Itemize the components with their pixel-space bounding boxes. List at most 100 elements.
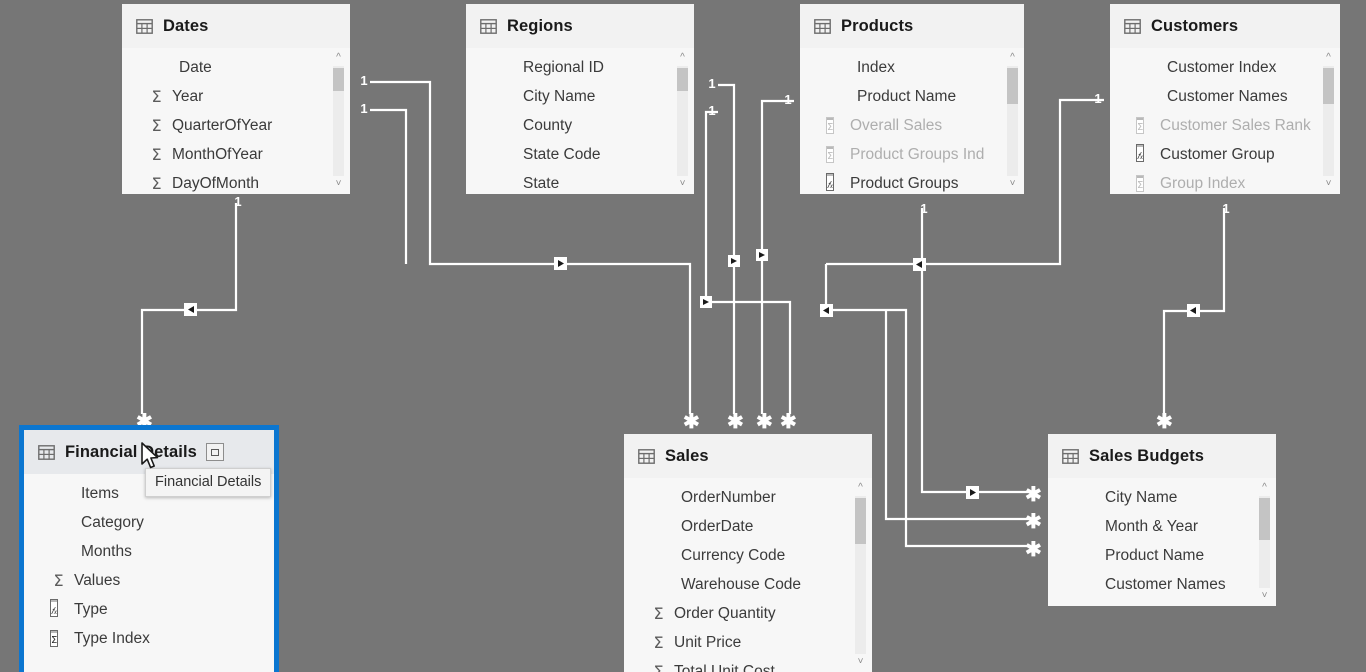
scroll-thumb[interactable] <box>1323 68 1334 104</box>
field-row[interactable]: Σ Group Index <box>1110 169 1340 194</box>
table-scrollbar-dates[interactable]: ^ ˅ <box>332 52 345 190</box>
field-row[interactable]: Customer Names <box>1048 570 1276 599</box>
cardinality-one-marker: 1 <box>234 194 242 209</box>
table-title-sales: Sales <box>665 446 709 465</box>
field-row[interactable]: Σ Unit Price <box>624 628 872 657</box>
field-row[interactable]: Σ Values <box>24 566 274 595</box>
field-row[interactable]: Months <box>24 537 274 566</box>
field-row[interactable]: Σ Product Groups Ind <box>800 140 1024 169</box>
field-row[interactable]: Month & Year <box>1048 512 1276 541</box>
sigma-icon: Σ <box>1074 605 1091 606</box>
field-label: Customer Index <box>1167 58 1277 76</box>
cardinality-many-marker: ✱ <box>683 411 700 433</box>
field-row[interactable]: State Code <box>466 140 694 169</box>
field-row[interactable]: OrderNumber <box>624 483 872 512</box>
field-label: Customer Names <box>1105 575 1226 593</box>
cardinality-one-marker: 1 <box>360 73 368 88</box>
expand-table-button[interactable] <box>206 443 224 461</box>
table-fields-sales-budgets: City Name Month & Year Product Name Custome… <box>1048 478 1276 606</box>
field-row[interactable]: Product Name <box>1048 541 1276 570</box>
table-header-sales[interactable]: Sales <box>624 434 872 478</box>
field-row[interactable]: Category <box>24 508 274 537</box>
field-row[interactable]: City Name <box>1048 483 1276 512</box>
field-row[interactable]: Σ Year <box>122 82 350 111</box>
table-fields-regions: Regional ID City Name County State Code Stat… <box>466 48 694 194</box>
scroll-thumb[interactable] <box>1007 68 1018 104</box>
table-title-sales-budgets: Sales Budgets <box>1089 446 1205 465</box>
table-scrollbar-sales-budgets[interactable]: ^ ˅ <box>1258 482 1271 602</box>
field-row[interactable]: 𝑓x Type <box>24 595 274 624</box>
scroll-thumb[interactable] <box>855 498 866 544</box>
table-card-customers[interactable]: Customers Customer Index Customer Names Σ Cu… <box>1110 4 1340 194</box>
calculated-measure-icon: Σ <box>1136 175 1153 192</box>
table-card-products[interactable]: Products Index Product Name Σ Overall Sales Σ… <box>800 4 1024 194</box>
table-tooltip: Financial Details <box>145 468 272 497</box>
calculated-column-icon: 𝑓x <box>1136 144 1153 163</box>
field-row[interactable]: Σ Customer Sales Rank <box>1110 111 1340 140</box>
table-header-sales-budgets[interactable]: Sales Budgets <box>1048 434 1276 478</box>
table-icon <box>1124 18 1141 34</box>
field-row[interactable]: Regional ID <box>466 53 694 82</box>
sigma-icon: Σ <box>151 145 162 164</box>
field-row[interactable]: Date <box>122 53 350 82</box>
field-row[interactable]: City Name <box>466 82 694 111</box>
table-header-customers[interactable]: Customers <box>1110 4 1340 48</box>
field-row[interactable]: 𝑓x Product Groups <box>800 169 1024 194</box>
field-row[interactable]: Customer Index <box>1110 53 1340 82</box>
scroll-down-arrow[interactable]: ˅ <box>676 178 689 190</box>
table-card-financial-details[interactable]: Financial Details Items Category Months Σ Val… <box>24 430 274 672</box>
table-scrollbar-customers[interactable]: ^ ˅ <box>1322 52 1335 190</box>
field-row[interactable]: State <box>466 169 694 194</box>
scroll-up-arrow[interactable]: ^ <box>1322 52 1335 64</box>
field-row[interactable]: Product Name <box>800 82 1024 111</box>
scroll-up-arrow[interactable]: ^ <box>676 52 689 64</box>
table-header-dates[interactable]: Dates <box>122 4 350 48</box>
table-header-products[interactable]: Products <box>800 4 1024 48</box>
scroll-up-arrow[interactable]: ^ <box>1258 482 1271 494</box>
direction-marker-3 <box>728 255 740 267</box>
scroll-up-arrow[interactable]: ^ <box>332 52 345 64</box>
table-scrollbar-sales[interactable]: ^ ˅ <box>854 482 867 668</box>
field-row[interactable]: OrderDate <box>624 512 872 541</box>
scroll-down-arrow[interactable]: ˅ <box>854 656 867 668</box>
field-row[interactable]: Σ Overall Sales <box>800 111 1024 140</box>
scroll-up-arrow[interactable]: ^ <box>854 482 867 494</box>
cardinality-many-marker: ✱ <box>780 411 797 433</box>
table-card-dates[interactable]: Dates Date Σ Year Σ QuarterOfYear Σ MonthOfYear… <box>122 4 350 194</box>
scroll-thumb[interactable] <box>677 68 688 91</box>
field-label: State <box>523 174 560 192</box>
field-label: Months <box>81 542 132 560</box>
table-card-sales[interactable]: Sales OrderNumber OrderDate Currency Code Wa… <box>624 434 872 672</box>
field-row[interactable]: Σ MonthOfYear <box>122 140 350 169</box>
field-row[interactable]: 𝑓x Customer Group <box>1110 140 1340 169</box>
model-view-canvas[interactable]: 1 1 1 1 1 1 1 1 1 ✱ ✱ ✱ ✱ ✱ ✱ ✱ ✱ ✱ Dates Date Σ Year Σ Quarte… <box>0 0 1366 672</box>
scroll-up-arrow[interactable]: ^ <box>1006 52 1019 64</box>
field-row[interactable]: Σ DayOfMonth <box>122 169 350 194</box>
scroll-down-arrow[interactable]: ˅ <box>1322 178 1335 190</box>
scroll-down-arrow[interactable]: ˅ <box>1258 590 1271 602</box>
table-card-regions[interactable]: Regions Regional ID City Name County State C… <box>466 4 694 194</box>
field-row[interactable]: County <box>466 111 694 140</box>
scroll-thumb[interactable] <box>1259 498 1270 540</box>
field-row[interactable]: Σ Order Quantity <box>624 599 872 628</box>
table-header-regions[interactable]: Regions <box>466 4 694 48</box>
scroll-thumb[interactable] <box>333 68 344 91</box>
scroll-down-arrow[interactable]: ˅ <box>1006 178 1019 190</box>
table-scrollbar-products[interactable]: ^ ˅ <box>1006 52 1019 190</box>
field-row[interactable]: Σ Sales Budgets <box>1048 599 1276 607</box>
field-row[interactable]: Σ Total Unit Cost <box>624 657 872 672</box>
table-card-sales-budgets[interactable]: Sales Budgets City Name Month & Year Produc… <box>1048 434 1276 606</box>
scroll-down-arrow[interactable]: ˅ <box>332 178 345 190</box>
field-label: City Name <box>523 87 596 105</box>
cardinality-many-marker: ✱ <box>756 411 773 433</box>
sigma-icon: Σ <box>151 174 162 193</box>
field-row[interactable]: Index <box>800 53 1024 82</box>
field-row[interactable]: Σ Type Index <box>24 624 274 653</box>
field-row[interactable]: Currency Code <box>624 541 872 570</box>
sigma-icon: Σ <box>653 633 664 652</box>
table-scrollbar-regions[interactable]: ^ ˅ <box>676 52 689 190</box>
field-row[interactable]: Σ QuarterOfYear <box>122 111 350 140</box>
field-row[interactable]: Warehouse Code <box>624 570 872 599</box>
field-label: Sales Budgets <box>1098 605 1198 607</box>
field-row[interactable]: Customer Names <box>1110 82 1340 111</box>
